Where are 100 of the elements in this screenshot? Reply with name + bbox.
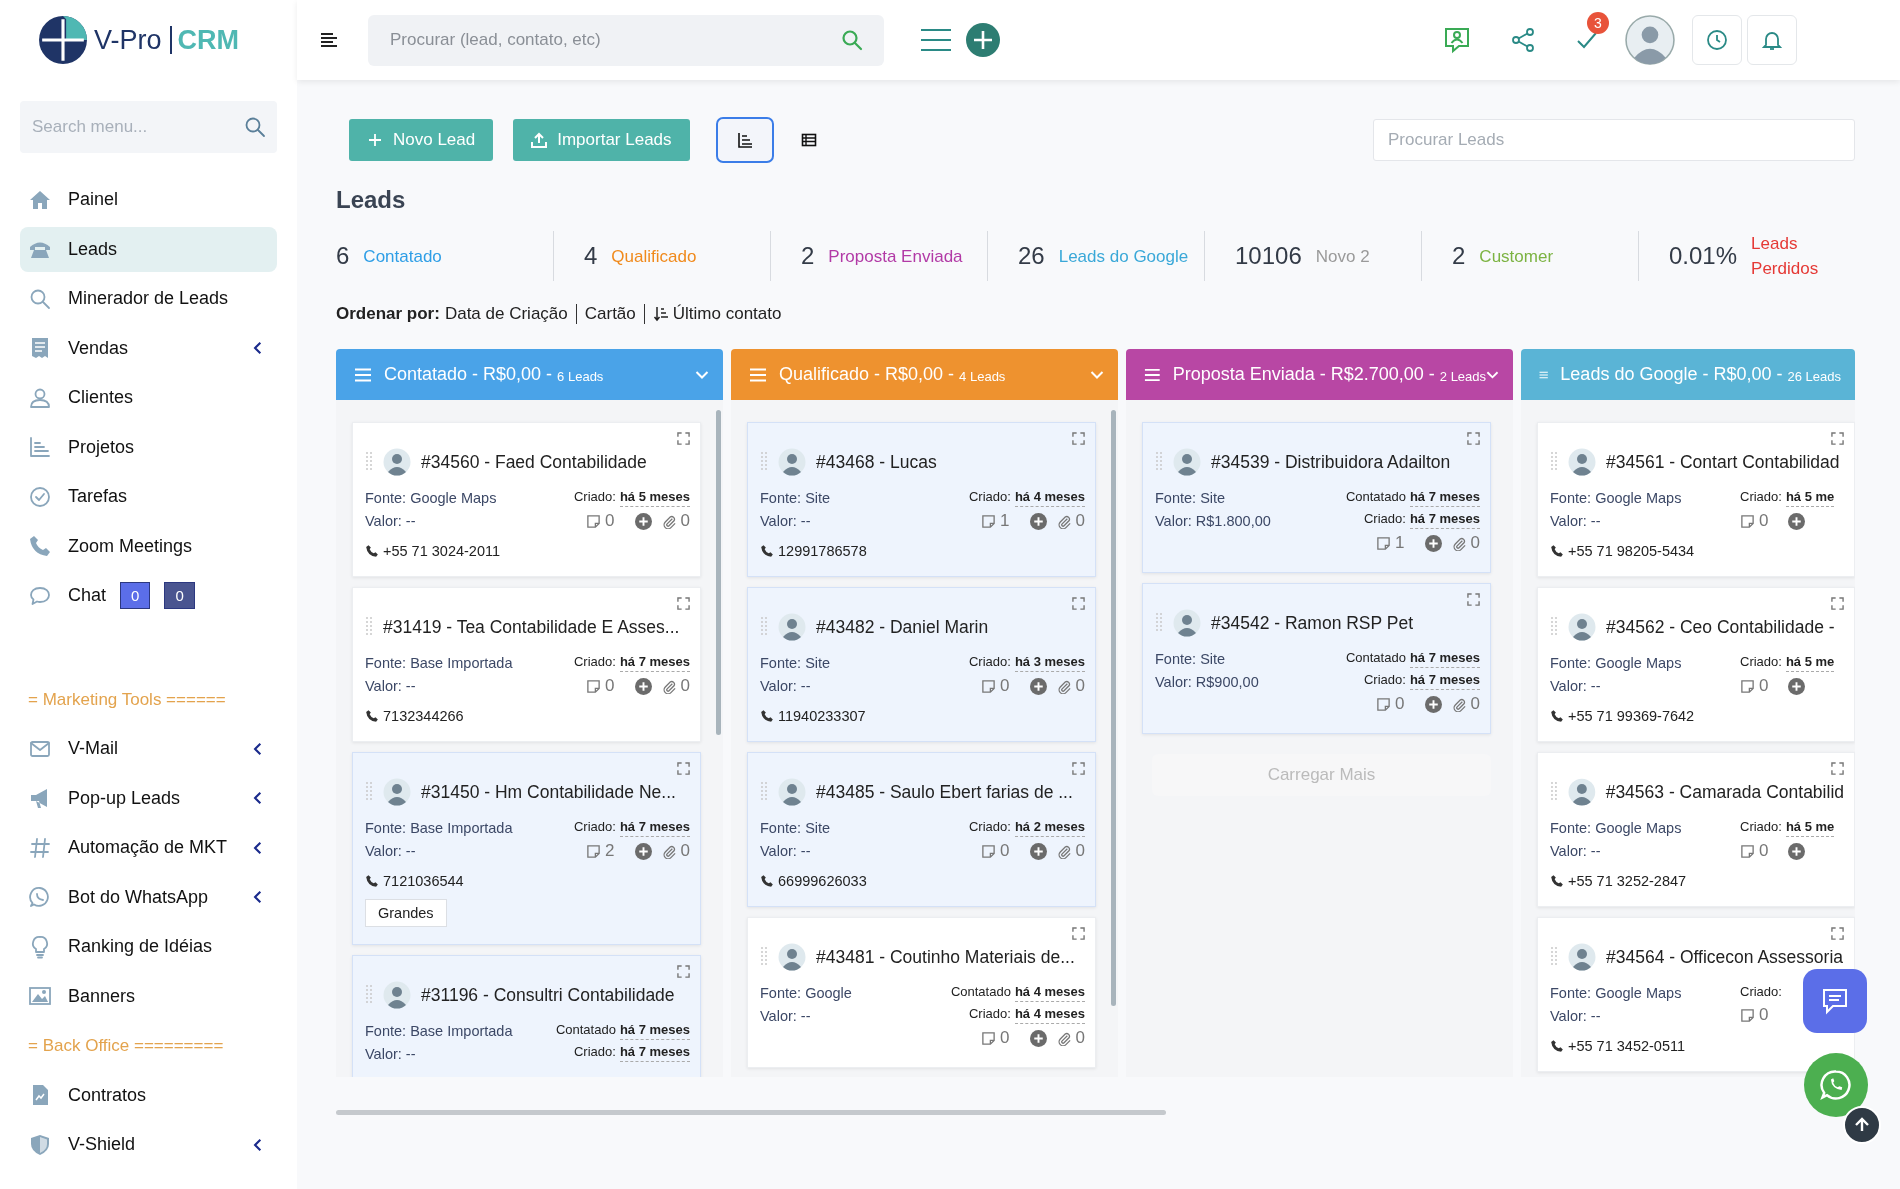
note-icon[interactable] <box>586 843 602 859</box>
lead-title[interactable]: #34562 - Ceo Contabilidade - <box>1606 616 1835 638</box>
lead-card[interactable]: #43482 - Daniel Marin Fonte: Site Valor: -- Criado: há 3 meses 0 0 11940233307 <box>747 587 1096 742</box>
lead-title[interactable]: #43485 - Saulo Ebert farias de ... <box>816 781 1073 803</box>
lead-title[interactable]: #31450 - Hm Contabilidade Ne... <box>421 781 676 803</box>
column-header[interactable]: Proposta Enviada - R$2.700,00 - 2 Leads <box>1126 349 1513 400</box>
sidebar-item[interactable]: Chat 0 0 <box>20 573 277 618</box>
expand-icon[interactable] <box>677 597 690 610</box>
paperclip-icon[interactable] <box>1451 535 1467 551</box>
paperclip-icon[interactable] <box>661 843 677 859</box>
lead-card[interactable]: #34563 - Camarada Contabilid Fonte: Google Maps Valor: -- Criado: há 5 me 0 +55 71 3252-2847 <box>1537 752 1855 907</box>
note-icon[interactable] <box>1376 535 1392 551</box>
share-icon[interactable] <box>1509 26 1537 54</box>
lead-card[interactable]: #34561 - Contart Contabilidad Fonte: Google Maps Valor: -- Criado: há 5 me 0 +55 71 98205-5434 <box>1537 422 1855 577</box>
kanban-view-button[interactable] <box>715 117 774 163</box>
search-input[interactable]: Procurar (lead, contato, etc) <box>388 29 840 51</box>
lead-card[interactable]: #34562 - Ceo Contabilidade - Fonte: Google Maps Valor: -- Criado: há 5 me 0 +55 71 99369-7642 <box>1537 587 1855 742</box>
add-icon[interactable] <box>1029 677 1047 695</box>
scrollbar[interactable] <box>336 1110 1166 1115</box>
sidebar-item[interactable]: Vendas <box>20 325 277 371</box>
lead-card[interactable]: #31419 - Tea Contabilidade E Asses... Fonte: Base Importada Valor: -- Criado: há 7 meses 0 0 7132344266 <box>352 587 701 742</box>
add-icon[interactable] <box>1029 842 1047 860</box>
sidebar-item[interactable]: Ranking de Idéias <box>20 924 277 969</box>
lead-card[interactable]: #34539 - Distribuidora Adailton Fonte: Site Valor: R$1.800,00 Contatado há 7 meses Criado: há 7 meses 1 0 <box>1142 422 1491 573</box>
lead-title[interactable]: #43468 - Lucas <box>816 451 937 473</box>
add-icon[interactable] <box>965 22 1001 58</box>
lead-title[interactable]: #31419 - Tea Contabilidade E Asses... <box>383 616 680 638</box>
drag-handle-icon[interactable] <box>1550 451 1558 473</box>
note-icon[interactable] <box>586 678 602 694</box>
sort-option[interactable]: Último contato <box>643 304 790 324</box>
lead-card[interactable]: #43468 - Lucas Fonte: Site Valor: -- Criado: há 4 meses 1 0 12991786578 <box>747 422 1096 577</box>
expand-icon[interactable] <box>1467 432 1480 445</box>
drag-handle-icon[interactable] <box>1155 451 1163 473</box>
scroll-top-button[interactable] <box>1843 1106 1881 1144</box>
lead-title[interactable]: #34564 - Officecon Assessoria <box>1606 946 1844 968</box>
sidebar-item[interactable]: Automação de MKT <box>20 825 277 870</box>
lead-title[interactable]: #34542 - Ramon RSP Pet <box>1211 612 1414 634</box>
expand-icon[interactable] <box>1831 927 1844 940</box>
drag-handle-icon[interactable] <box>365 984 373 1006</box>
sidebar-item[interactable]: V-Shield <box>20 1122 277 1167</box>
drag-handle-icon[interactable] <box>1550 781 1558 803</box>
tag[interactable]: Grandes <box>365 899 447 927</box>
add-icon[interactable] <box>1029 512 1047 530</box>
paperclip-icon[interactable] <box>1056 1030 1072 1046</box>
expand-icon[interactable] <box>677 762 690 775</box>
search-field[interactable]: Procurar Leads <box>1373 119 1855 161</box>
note-icon[interactable] <box>981 513 997 529</box>
note-icon[interactable] <box>1376 696 1392 712</box>
lead-card[interactable]: #43481 - Coutinho Materiais de... Fonte: Google Valor: -- Contatado há 4 meses Criado: há 4 meses 0 0 <box>747 917 1096 1068</box>
sort-option[interactable]: Data de Criação <box>444 304 576 324</box>
add-icon[interactable] <box>634 677 652 695</box>
drag-handle-icon[interactable] <box>760 451 768 473</box>
drag-handle-icon[interactable] <box>1155 612 1163 634</box>
notifications-button[interactable] <box>1747 15 1797 65</box>
lead-card[interactable]: #34542 - Ramon RSP Pet Fonte: Site Valor: R$900,00 Contatado há 7 meses Criado: há 7 meses 0 0 <box>1142 583 1491 734</box>
expand-icon[interactable] <box>1072 762 1085 775</box>
drag-handle-icon[interactable] <box>760 616 768 638</box>
sidebar-item[interactable]: Tarefas <box>20 474 277 519</box>
expand-icon[interactable] <box>677 965 690 978</box>
scrollbar[interactable] <box>1111 410 1116 1006</box>
search-icon[interactable] <box>840 28 864 52</box>
lead-title[interactable]: #43481 - Coutinho Materiais de... <box>816 946 1075 968</box>
drag-handle-icon[interactable] <box>365 781 373 803</box>
lead-title[interactable]: #34561 - Contart Contabilidad <box>1606 451 1840 473</box>
sidebar-item[interactable]: Bot do WhatsApp <box>20 874 277 920</box>
add-icon[interactable] <box>1788 512 1806 530</box>
expand-icon[interactable] <box>1072 927 1085 940</box>
menu-icon[interactable] <box>320 32 338 48</box>
paperclip-icon[interactable] <box>1056 843 1072 859</box>
menu-search-input[interactable]: Search menu... <box>30 116 243 138</box>
expand-icon[interactable] <box>1831 762 1844 775</box>
lead-card[interactable]: #31196 - Consultri Contabilidade Fonte: Base Importada Valor: -- Contatado há 7 meses Criado: há 7 meses <box>352 955 701 1077</box>
note-icon[interactable] <box>1740 1007 1755 1023</box>
lead-title[interactable]: #34539 - Distribuidora Adailton <box>1211 451 1451 473</box>
note-icon[interactable] <box>1740 843 1755 859</box>
add-icon[interactable] <box>634 512 652 530</box>
sidebar-item[interactable]: Banners <box>20 973 277 1019</box>
add-icon[interactable] <box>1788 842 1806 860</box>
history-button[interactable] <box>1692 15 1742 65</box>
expand-icon[interactable] <box>1467 593 1480 606</box>
lead-title[interactable]: #31196 - Consultri Contabilidade <box>421 984 675 1006</box>
sidebar-item[interactable]: Minerador de Leads <box>20 276 277 321</box>
drag-handle-icon[interactable] <box>760 781 768 803</box>
sidebar-item[interactable]: Zoom Meetings <box>20 523 277 569</box>
add-icon[interactable] <box>1424 695 1442 713</box>
expand-icon[interactable] <box>1831 432 1844 445</box>
sidebar-item[interactable]: Pop-up Leads <box>20 775 277 821</box>
expand-icon[interactable] <box>1072 597 1085 610</box>
lead-card[interactable]: #31450 - Hm Contabilidade Ne... Fonte: Base Importada Valor: -- Criado: há 7 meses 2 0 7121036544 Grandes <box>352 752 701 945</box>
drag-handle-icon[interactable] <box>1550 616 1558 638</box>
note-icon[interactable] <box>1740 513 1755 529</box>
paperclip-icon[interactable] <box>661 513 677 529</box>
expand-icon[interactable] <box>1831 597 1844 610</box>
sidebar-item[interactable]: V-Mail <box>20 726 277 771</box>
paperclip-icon[interactable] <box>1056 513 1072 529</box>
menu-search-field[interactable]: Search menu... <box>20 101 277 153</box>
lead-title[interactable]: #34560 - Faed Contabilidade <box>421 451 647 473</box>
note-icon[interactable] <box>981 843 997 859</box>
sort-option[interactable]: Cartão <box>575 304 644 324</box>
paperclip-icon[interactable] <box>1056 678 1072 694</box>
